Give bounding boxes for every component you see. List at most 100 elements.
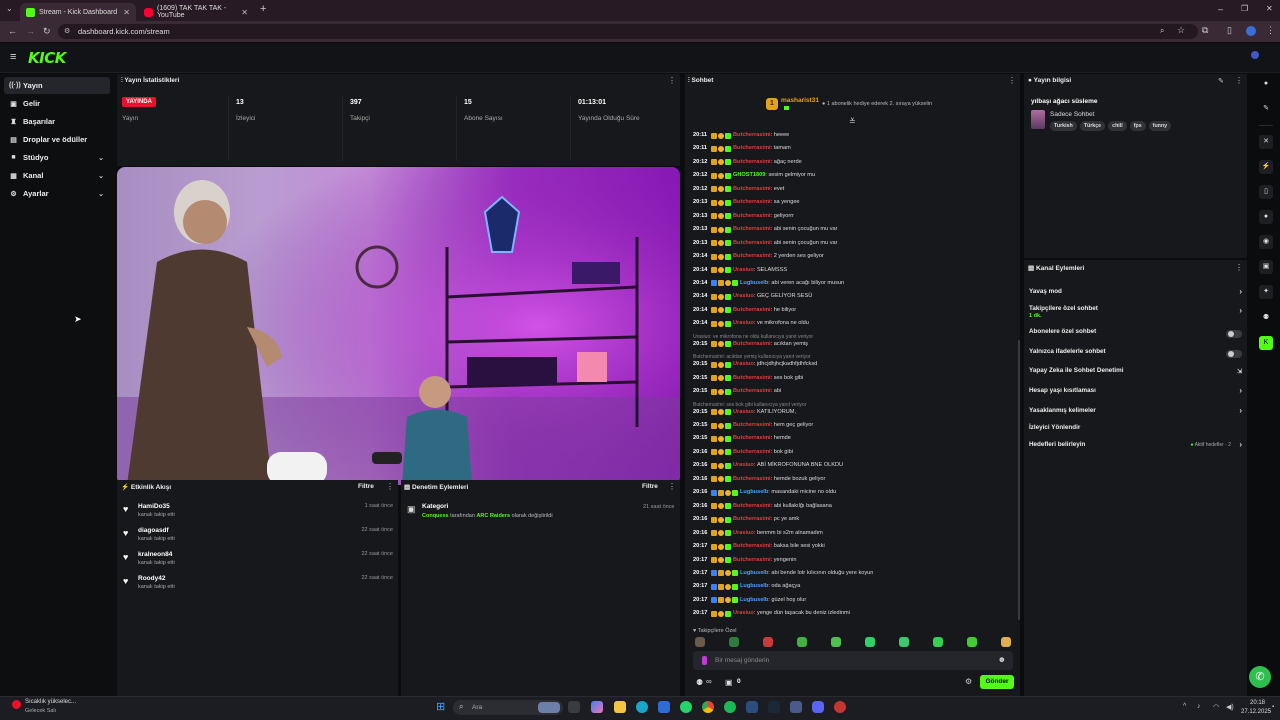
chat-username[interactable]: Butcherrasimi <box>733 421 771 430</box>
sidebar-toggle-icon[interactable]: ▯ <box>1227 25 1232 36</box>
action-followers-only[interactable]: Takipçilere özel sohbet 1 dk. › <box>1029 305 1245 319</box>
action-ai-moderation[interactable]: Yapay Zeka ile Sohbet Denetimi ⇲ <box>1029 367 1245 381</box>
sidebar-item-achievements[interactable]: ♜ Başarılar <box>4 113 110 130</box>
chat-username[interactable]: Urasiuo <box>733 319 754 328</box>
emote-only-toggle[interactable] <box>1226 350 1242 358</box>
subs-only-toggle[interactable] <box>1226 330 1242 338</box>
tag[interactable]: chill <box>1108 121 1127 131</box>
chat-username[interactable]: Urasiuo <box>733 266 754 275</box>
site-info-icon[interactable]: ⚙ <box>64 24 70 39</box>
chat-message[interactable]: 20:15 Butcherrasimi: abi <box>693 387 1013 396</box>
chat-message[interactable]: 20:13 Butcherrasimi: abi senin çocuğun mu… <box>693 225 1013 234</box>
back-icon[interactable]: ← <box>8 26 17 36</box>
emote-icon[interactable] <box>933 637 943 647</box>
action-account-age[interactable]: Hesap yaşı kısıtlaması › <box>1029 386 1245 401</box>
chat-username[interactable]: Urasiuo <box>733 408 754 417</box>
chat-message[interactable]: 20:15 Urasiuo: KATILIYORUM, <box>693 408 1013 417</box>
chat-message[interactable]: 20:17 Urasiuo: yenge dün taşacak bu deniz… <box>693 609 1013 618</box>
chat-username[interactable]: Butcherrasimi <box>733 252 771 261</box>
chat-message[interactable]: 20:16 Butcherrasimi: abi kullakılğı bağla… <box>693 502 1013 511</box>
chat-message[interactable]: 20:16 Urasiuo: ABİ MİKROFONUNA BNE OLKDU <box>693 461 1013 470</box>
chat-message[interactable]: 20:15 Butcherrasimi: hem geç geliyor <box>693 421 1013 430</box>
hamburger-menu-icon[interactable]: ≡ <box>10 51 16 63</box>
mic-tray-icon[interactable]: ♪ <box>1197 703 1201 710</box>
chat-message[interactable]: 20:14 Urasiuo: ve mikrofona ne oldu <box>693 319 1013 328</box>
sidebar-item-revenue[interactable]: ▣ Gelir <box>4 95 110 112</box>
chat-username[interactable]: Lugbuselb <box>740 569 768 578</box>
chat-message[interactable]: 20:14 Urasiuo: GEÇ GELİYOR SESÜ <box>693 292 1013 301</box>
chat-username[interactable]: Butcherrasimi <box>733 239 771 248</box>
chat-username[interactable]: Lugbuselb <box>740 582 768 591</box>
chat-message[interactable]: 20:12 Butcherrasimi: ağaç nerde <box>693 158 1013 167</box>
chat-message[interactable]: 20:15 Urasiuo: jdhcjdhjhcjkadhfjdhfcksd <box>693 360 1013 369</box>
pinned-user[interactable]: masharist31 <box>781 97 819 104</box>
chrome-icon[interactable] <box>702 701 714 713</box>
new-tab-icon[interactable]: + <box>260 3 266 15</box>
profile-avatar[interactable] <box>1246 26 1256 36</box>
tab-kick-dashboard[interactable]: Stream - Kick Dashboard ✕ <box>20 3 136 21</box>
emote-icon[interactable] <box>899 637 909 647</box>
tag[interactable]: Turkish <box>1050 121 1077 131</box>
browser-menu-icon[interactable]: ⋮ <box>1266 25 1275 36</box>
channel-actions-menu-icon[interactable]: ⋮ <box>1235 263 1243 272</box>
chat-username[interactable]: Butcherrasimi <box>733 212 771 221</box>
chat-message[interactable]: 20:11 Butcherrasimi: heeee <box>693 131 1013 140</box>
start-button[interactable]: ⊞ <box>436 702 445 713</box>
action-banned-words[interactable]: Yasaklanmış kelimeler › <box>1029 406 1245 421</box>
file-explorer-icon[interactable] <box>614 701 626 713</box>
activity-user[interactable]: kralneon84 <box>138 551 172 558</box>
taskbar-search[interactable]: ⌕ Ara <box>453 700 563 715</box>
kick-icon[interactable]: K <box>1259 336 1273 350</box>
chat-message[interactable]: 20:17 Lugbuselb: güzel hoş olur <box>693 596 1013 605</box>
url-input[interactable]: ⚙ dashboard.kick.com/stream <box>58 24 1198 39</box>
emote-icon[interactable] <box>729 637 739 647</box>
chat-username[interactable]: Lugbuselb <box>740 279 768 288</box>
help-chat-icon[interactable]: ✆ <box>1249 666 1271 688</box>
users-icon[interactable]: ⚉ <box>1259 311 1273 325</box>
chat-username[interactable]: Urasiuo <box>733 360 754 369</box>
clock-date[interactable]: 27.12.2025 <box>1241 709 1271 715</box>
copilot-icon[interactable] <box>591 701 603 713</box>
chat-username[interactable]: GHOST1809 <box>733 171 765 180</box>
sidebar-item-channel[interactable]: ▦ Kanal ⌄ <box>4 167 110 184</box>
activity-user[interactable]: Roody42 <box>138 575 165 582</box>
tag[interactable]: funny <box>1148 121 1172 131</box>
chat-username[interactable]: Butcherrasimi <box>733 131 771 140</box>
chat-message[interactable]: 20:12 GHOST1809: sesim gelmiyor mu <box>693 171 1013 180</box>
notification-icon[interactable] <box>1251 51 1259 59</box>
terminal-icon[interactable] <box>746 701 758 713</box>
chat-username[interactable]: Butcherrasimi <box>733 225 771 234</box>
chat-message[interactable]: 20:17 Butcherrasimi: baksa bile sesi yokk… <box>693 542 1013 551</box>
emote-icon[interactable] <box>1001 637 1011 647</box>
chat-username[interactable]: Urasiuo <box>733 529 754 538</box>
chat-message[interactable]: 20:16 Butcherrasimi: pc ye amk <box>693 515 1013 524</box>
chat-message[interactable]: 20:15 Butcherrasimi: ses bok gibi <box>693 374 1013 383</box>
chat-message[interactable]: 20:14 Urasiuo: SELAMSSS <box>693 266 1013 275</box>
emote-icon[interactable] <box>865 637 875 647</box>
chat-username[interactable]: Butcherrasimi <box>733 448 771 457</box>
chat-message[interactable]: 20:14 Lugbuselb: abi veren acağı biliyor … <box>693 279 1013 288</box>
store-icon[interactable] <box>658 701 670 713</box>
action-raid[interactable]: İzleyici Yönlendir <box>1029 424 1245 438</box>
broadcast-icon[interactable]: ◉ <box>1259 235 1273 249</box>
close-window-icon[interactable]: ✕ <box>1266 4 1273 13</box>
emote-icon[interactable] <box>797 637 807 647</box>
tab-list-icon[interactable]: ⌄ <box>6 4 13 13</box>
emote-icon[interactable] <box>695 637 705 647</box>
mod-shield-icon[interactable]: ▣ <box>1259 260 1273 274</box>
send-button[interactable]: Gönder <box>980 675 1014 689</box>
chat-message[interactable]: 20:13 Butcherrasimi: sa yengee <box>693 198 1013 207</box>
discord-icon[interactable] <box>812 701 824 713</box>
chat-message[interactable]: 20:15 Butcherrasimi: acıktan yemiş <box>693 340 1013 349</box>
chat-message[interactable]: 20:11 Butcherrasimi: tamam <box>693 144 1013 153</box>
sidebar-item-stream[interactable]: ((·)) Yayın <box>4 77 110 94</box>
emote-icon[interactable] <box>831 637 841 647</box>
moderation-user[interactable]: Conquess <box>422 513 449 519</box>
chat-username[interactable]: Lugbuselb <box>740 488 768 497</box>
chat-message[interactable]: 20:17 Lugbuselb: oda ağaçya <box>693 582 1013 591</box>
lightning-icon[interactable]: ⚡ <box>1259 160 1273 174</box>
volume-tray-icon[interactable]: ◀) <box>1226 703 1234 711</box>
chat-input[interactable]: Bir mesaj gönderin ☻ <box>693 651 1013 670</box>
spotify-icon[interactable] <box>724 701 736 713</box>
chat-username[interactable]: Butcherrasimi <box>733 434 771 443</box>
